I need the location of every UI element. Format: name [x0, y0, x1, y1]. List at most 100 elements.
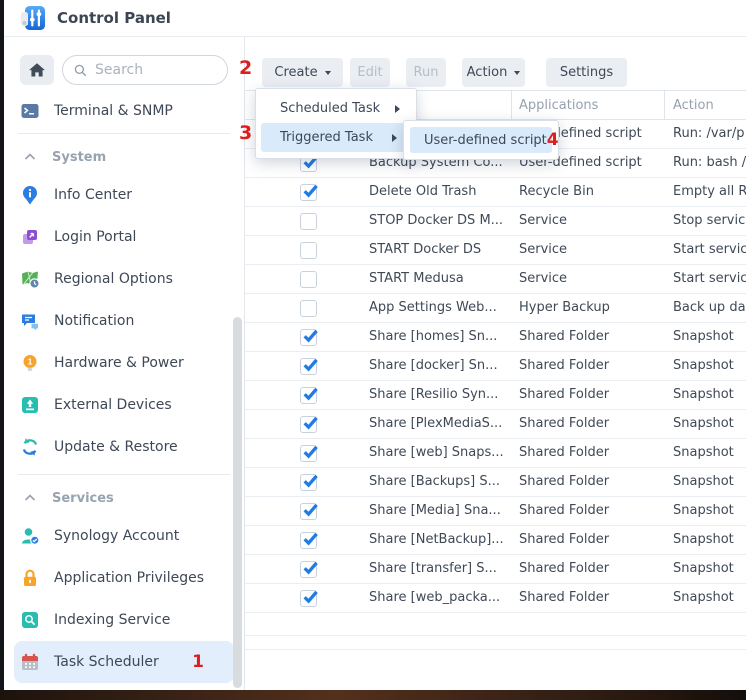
checkmark-icon [302, 385, 319, 402]
table-row[interactable]: Share [transfer] S... Shared Folder Snap… [245, 555, 746, 584]
action-button[interactable]: Action [462, 58, 525, 87]
sidebar-item-application-privileges[interactable]: Application Privileges [14, 557, 234, 599]
menu-item-scheduled-task[interactable]: Scheduled Task [256, 94, 416, 123]
create-button[interactable]: Create [262, 58, 343, 87]
sidebar-item-regional-options[interactable]: Regional Options [14, 258, 234, 300]
sidebar-item-task-scheduler[interactable]: Task Scheduler 1 [14, 641, 234, 683]
row-checkbox[interactable] [300, 358, 317, 375]
empty-row-divider [245, 635, 746, 636]
table-row[interactable]: App Settings Web... Hyper Backup Back up… [245, 294, 746, 323]
task-name-cell: Share [Media] Sna... [369, 497, 511, 525]
table-row[interactable]: START Docker DS Service Start servic [245, 236, 746, 265]
row-checkbox[interactable] [300, 532, 317, 549]
sidebar-item-login-portal[interactable]: Login Portal [14, 216, 234, 258]
sidebar-item-synology-account[interactable]: Synology Account [14, 515, 234, 557]
sidebar-item-external-devices[interactable]: External Devices [14, 384, 234, 426]
applications-cell: Shared Folder [519, 497, 663, 525]
table-row[interactable]: Share [web_packa... Shared Folder Snapsh… [245, 584, 746, 613]
menu-item-triggered-task[interactable]: Triggered Task [261, 123, 411, 152]
sidebar-item-notification[interactable]: Notification [14, 300, 234, 342]
action-cell: Snapshot [673, 468, 746, 496]
task-scheduler-icon [20, 652, 40, 672]
action-cell: Run: /var/p [673, 120, 746, 148]
table-row[interactable]: Share [Media] Sna... Shared Folder Snaps… [245, 497, 746, 526]
task-name-cell: START Docker DS [369, 236, 511, 264]
row-checkbox[interactable] [300, 445, 317, 462]
section-header[interactable]: System [18, 146, 230, 168]
search-box[interactable] [62, 55, 228, 85]
sidebar-item-update-restore[interactable]: Update & Restore [14, 426, 234, 468]
sidebar-item-info-center[interactable]: Info Center [14, 174, 234, 216]
column-divider [511, 91, 512, 119]
table-row[interactable]: START Medusa Service Start servic [245, 265, 746, 294]
applications-cell: Shared Folder [519, 555, 663, 583]
column-header-applications[interactable]: Applications [519, 91, 598, 121]
caret-down-icon [514, 71, 520, 75]
row-checkbox[interactable] [300, 416, 317, 433]
settings-button[interactable]: Settings [546, 58, 627, 87]
menu-item-user-defined-script[interactable]: User-defined script 4 [410, 127, 552, 153]
task-name-cell: STOP Docker DS M... [369, 207, 511, 235]
section-header[interactable]: Services [18, 487, 230, 509]
row-checkbox[interactable] [300, 474, 317, 491]
table-row[interactable]: Share [docker] Sn... Shared Folder Snaps… [245, 352, 746, 381]
sidebar-item-hardware-power[interactable]: 1 Hardware & Power [14, 342, 234, 384]
table-row[interactable]: Delete Old Trash Recycle Bin Empty all R [245, 178, 746, 207]
row-checkbox[interactable] [300, 503, 317, 520]
row-checkbox[interactable] [300, 561, 317, 578]
checkmark-icon [302, 443, 319, 460]
applications-cell: Service [519, 207, 663, 235]
action-cell: Snapshot [673, 381, 746, 409]
applications-cell: Service [519, 236, 663, 264]
menu-item-label: Triggered Task [280, 130, 373, 145]
row-checkbox[interactable] [300, 387, 317, 404]
step-annotation: 1 [192, 652, 204, 672]
sidebar-item-indexing-service[interactable]: Indexing Service [14, 599, 234, 641]
submenu-arrow-icon [392, 134, 397, 142]
toolbar: Create Edit Run Action Settings [245, 37, 746, 87]
table-row[interactable]: Share [PlexMediaS... Shared Folder Snaps… [245, 410, 746, 439]
run-button[interactable]: Run [406, 58, 446, 87]
update-restore-icon [20, 437, 40, 457]
row-checkbox[interactable] [300, 590, 317, 607]
action-cell: Snapshot [673, 555, 746, 583]
table-row[interactable]: Share [Resilio Syn... Shared Folder Snap… [245, 381, 746, 410]
checkmark-icon [302, 414, 319, 431]
task-name-cell: App Settings Web... [369, 294, 511, 322]
table-row[interactable]: STOP Docker DS M... Service Stop servic [245, 207, 746, 236]
edit-button[interactable]: Edit [350, 58, 390, 87]
table-row[interactable]: Share [homes] Sn... Shared Folder Snapsh… [245, 323, 746, 352]
applications-cell: Shared Folder [519, 410, 663, 438]
row-checkbox[interactable] [300, 329, 317, 346]
row-checkbox[interactable] [300, 213, 317, 230]
table-row[interactable]: Share [Backups] S... Shared Folder Snaps… [245, 468, 746, 497]
action-cell: Back up da [673, 294, 746, 322]
task-name-cell: Share [docker] Sn... [369, 352, 511, 380]
sidebar-scrollbar[interactable] [233, 317, 242, 688]
action-cell: Start servic [673, 265, 746, 293]
table-row[interactable]: Share [NetBackup]... Shared Folder Snaps… [245, 526, 746, 555]
sidebar-item-terminal-snmp[interactable]: Terminal & SNMP [14, 95, 234, 127]
row-checkbox[interactable] [300, 242, 317, 259]
sidebar-section: System Info Center Login Portal Regional… [18, 133, 230, 468]
sidebar-section: Services Synology Account Application Pr… [18, 474, 230, 683]
task-name-cell: Share [Resilio Syn... [369, 381, 511, 409]
synology-account-icon [20, 526, 40, 546]
application-privileges-icon [20, 568, 40, 588]
caret-down-icon [325, 71, 331, 75]
external-devices-icon [20, 395, 40, 415]
row-checkbox[interactable] [300, 184, 317, 201]
info-center-icon [20, 185, 40, 205]
checkmark-icon [302, 530, 319, 547]
row-checkbox[interactable] [300, 300, 317, 317]
home-button[interactable] [20, 55, 54, 85]
action-cell: Snapshot [673, 352, 746, 380]
step-annotation: 2 [239, 57, 252, 79]
window-titlebar: Control Panel [4, 0, 746, 37]
action-cell: Run: bash / [673, 149, 746, 177]
row-checkbox[interactable] [300, 271, 317, 288]
table-row[interactable]: Share [web] Snaps... Shared Folder Snaps… [245, 439, 746, 468]
search-input[interactable] [95, 62, 217, 78]
column-header-action[interactable]: Action [673, 91, 714, 121]
regional-options-icon [20, 269, 40, 289]
